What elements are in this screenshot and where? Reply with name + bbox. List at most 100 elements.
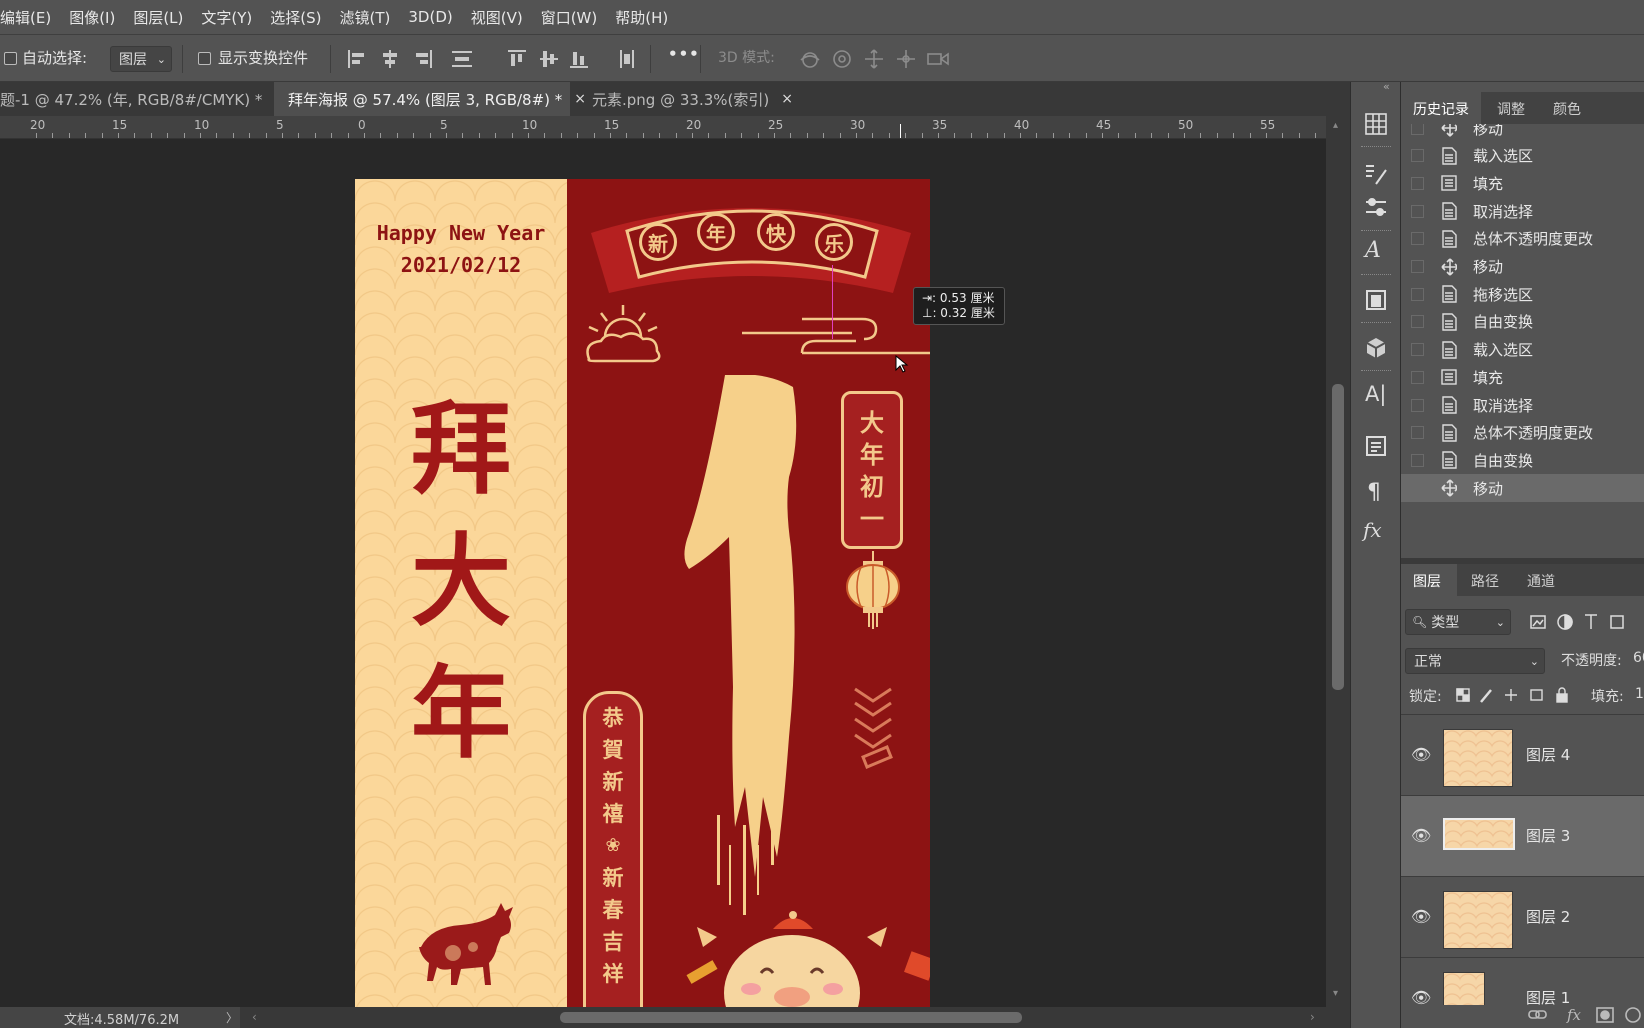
history-list: 移动 载入选区 填充 取消选择 总体不透明度更改 移动 拖移选区 自由变换 载入选区 填充 取消选择… xyxy=(1401,124,1644,618)
history-item[interactable]: 填充 xyxy=(1401,363,1644,391)
history-snapshot-checkbox[interactable] xyxy=(1411,370,1424,384)
opacity-value[interactable]: 60 xyxy=(1633,650,1644,666)
blend-mode-dropdown[interactable]: 正常 ⌄ xyxy=(1405,648,1545,674)
history-item[interactable]: 取消选择 xyxy=(1401,197,1644,225)
distribute-vertical-icon[interactable] xyxy=(618,48,638,70)
3d-cube-icon[interactable] xyxy=(1364,336,1388,360)
history-item[interactable]: 总体不透明度更改 xyxy=(1401,419,1644,447)
ruler-tick xyxy=(232,133,234,138)
tab-elements[interactable]: 元素.png @ 33.3%(索引) × xyxy=(578,82,798,116)
close-icon[interactable]: × xyxy=(781,91,793,107)
scroll-char: 大 xyxy=(860,408,884,437)
history-snapshot-checkbox[interactable] xyxy=(1411,343,1424,357)
menu-edit[interactable]: 编辑(E) xyxy=(0,7,60,28)
fill-value[interactable]: 10 xyxy=(1635,686,1644,702)
history-snapshot-checkbox[interactable] xyxy=(1411,481,1424,495)
history-item[interactable]: 载入选区 xyxy=(1401,336,1644,364)
ruler-tick xyxy=(364,133,365,138)
right-panel-dock: 历史记录 调整 颜色 移动 载入选区 填充 取消选择 总体不透明度更改 移动 拖移选区 自由变… xyxy=(1400,82,1644,1028)
history-snapshot-checkbox[interactable] xyxy=(1411,176,1424,190)
history-snapshot-checkbox[interactable] xyxy=(1411,260,1424,273)
tab-channels[interactable]: 通道 xyxy=(1527,571,1555,591)
tab-adjustments[interactable]: 调整 xyxy=(1497,99,1525,119)
horizontal-scroll-thumb[interactable] xyxy=(560,1012,1022,1023)
history-item[interactable]: 总体不透明度更改 xyxy=(1401,225,1644,253)
status-menu-arrow-icon[interactable]: 〉 xyxy=(226,1009,238,1026)
history-snapshot-checkbox[interactable] xyxy=(1411,124,1424,135)
history-item[interactable]: 自由变换 xyxy=(1401,308,1644,336)
grid-icon[interactable] xyxy=(1364,112,1388,136)
show-transform-checkbox[interactable] xyxy=(198,52,211,65)
tab-poster-active[interactable]: 拜年海报 @ 57.4% (图层 3, RGB/8#) * × xyxy=(274,82,586,116)
layer-row-selected[interactable]: 👁︎ 图层 3 xyxy=(1401,796,1644,877)
tab-history[interactable]: 历史记录 xyxy=(1413,99,1469,119)
eye-icon[interactable]: 👁︎ xyxy=(1411,826,1431,845)
poster-canvas[interactable]: Happy New Year 2021/02/12 拜 大 年 新 年 快 乐 xyxy=(355,179,930,1007)
history-item[interactable]: 移动 xyxy=(1401,253,1644,281)
tab-paths[interactable]: 路径 xyxy=(1471,571,1499,591)
menu-view[interactable]: 视图(V) xyxy=(462,7,532,28)
ruler-tick xyxy=(52,133,54,138)
layer-row[interactable]: 👁︎ 图层 4 xyxy=(1401,715,1644,796)
history-snapshot-checkbox[interactable] xyxy=(1411,204,1424,218)
menu-help[interactable]: 帮助(H) xyxy=(606,7,677,28)
menu-window[interactable]: 窗口(W) xyxy=(532,7,607,28)
libraries-icon[interactable] xyxy=(1364,288,1388,312)
scroll-right-icon[interactable]: › xyxy=(1310,1010,1315,1024)
layer-row[interactable]: 👁︎ 图层 1 xyxy=(1401,958,1644,1005)
vertical-scrollbar[interactable]: ▴ ▾ xyxy=(1326,116,1350,1007)
history-snapshot-checkbox[interactable] xyxy=(1411,315,1424,329)
history-item[interactable]: 载入选区 xyxy=(1401,142,1644,170)
history-item[interactable]: 移动 xyxy=(1401,124,1644,142)
auto-select-dropdown[interactable]: 图层 ⌄ xyxy=(110,46,172,72)
ruler-tick xyxy=(249,133,251,138)
more-options-button[interactable]: ••• xyxy=(668,45,700,63)
history-snapshot-checkbox[interactable] xyxy=(1411,287,1424,301)
status-bar: 文档:4.58M/76.2M 〉 ‹ › xyxy=(0,1007,1350,1028)
history-item[interactable]: 取消选择 xyxy=(1401,391,1644,419)
scroll-down-icon[interactable]: ▾ xyxy=(1333,988,1338,999)
menu-select[interactable]: 选择(S) xyxy=(261,7,330,28)
history-snapshot-checkbox[interactable] xyxy=(1411,453,1424,467)
history-item[interactable]: 填充 xyxy=(1401,169,1644,197)
history-item[interactable]: 拖移选区 xyxy=(1401,280,1644,308)
glyphs-icon[interactable]: A xyxy=(1365,238,1381,263)
eye-icon[interactable]: 👁︎ xyxy=(1411,745,1431,764)
layer-filter-dropdown[interactable]: 🔍︎ 类型 ⌄ xyxy=(1405,609,1511,635)
history-snapshot-checkbox[interactable] xyxy=(1411,149,1424,163)
history-item[interactable]: 移动 xyxy=(1401,474,1644,503)
scroll-left-icon[interactable]: ‹ xyxy=(252,1010,257,1024)
effects-icon[interactable]: fx xyxy=(1363,518,1382,542)
history-item[interactable]: 自由变换 xyxy=(1401,446,1644,474)
layer-name: 图层 3 xyxy=(1526,827,1571,845)
brush-settings-icon[interactable] xyxy=(1364,162,1388,186)
eye-icon[interactable]: 👁︎ xyxy=(1411,907,1431,926)
eye-icon[interactable]: 👁︎ xyxy=(1411,988,1431,1005)
smart-guide-line xyxy=(832,265,833,339)
history-snapshot-checkbox[interactable] xyxy=(1411,398,1424,412)
tab-layers[interactable]: 图层 xyxy=(1413,571,1441,591)
character-panel-icon[interactable]: A| xyxy=(1365,382,1386,406)
layer-row[interactable]: 👁︎ 图层 2 xyxy=(1401,877,1644,958)
adjust-sliders-icon[interactable] xyxy=(1364,196,1388,220)
3d-camera-icon xyxy=(927,52,949,66)
auto-select-checkbox[interactable] xyxy=(4,52,17,65)
menu-image[interactable]: 图像(I) xyxy=(60,7,124,28)
paragraph-styles-icon[interactable] xyxy=(1364,434,1388,458)
canvas-area[interactable]: Happy New Year 2021/02/12 拜 大 年 新 年 快 乐 xyxy=(0,139,1326,1007)
tab-color[interactable]: 颜色 xyxy=(1553,99,1581,119)
paragraph-icon[interactable]: ¶ xyxy=(1367,480,1381,505)
menu-3d[interactable]: 3D(D) xyxy=(399,8,461,26)
menu-type[interactable]: 文字(Y) xyxy=(192,7,261,28)
history-snapshot-checkbox[interactable] xyxy=(1411,232,1424,246)
menu-filter[interactable]: 滤镜(T) xyxy=(331,7,400,28)
history-snapshot-checkbox[interactable] xyxy=(1411,426,1424,440)
scroll-up-icon[interactable]: ▴ xyxy=(1333,120,1338,131)
ruler-tick xyxy=(724,133,726,138)
panel-icon-strip: « A A| ¶ fx xyxy=(1350,80,1401,1028)
lock-position-icon xyxy=(1505,689,1517,701)
tab-untitled[interactable]: 题-1 @ 47.2% (年, RGB/8#/CMYK) * × xyxy=(0,82,286,116)
menu-layer[interactable]: 图层(L) xyxy=(124,7,192,28)
collapse-panels-icon[interactable]: « xyxy=(1383,80,1390,93)
vertical-scroll-thumb[interactable] xyxy=(1332,384,1344,690)
